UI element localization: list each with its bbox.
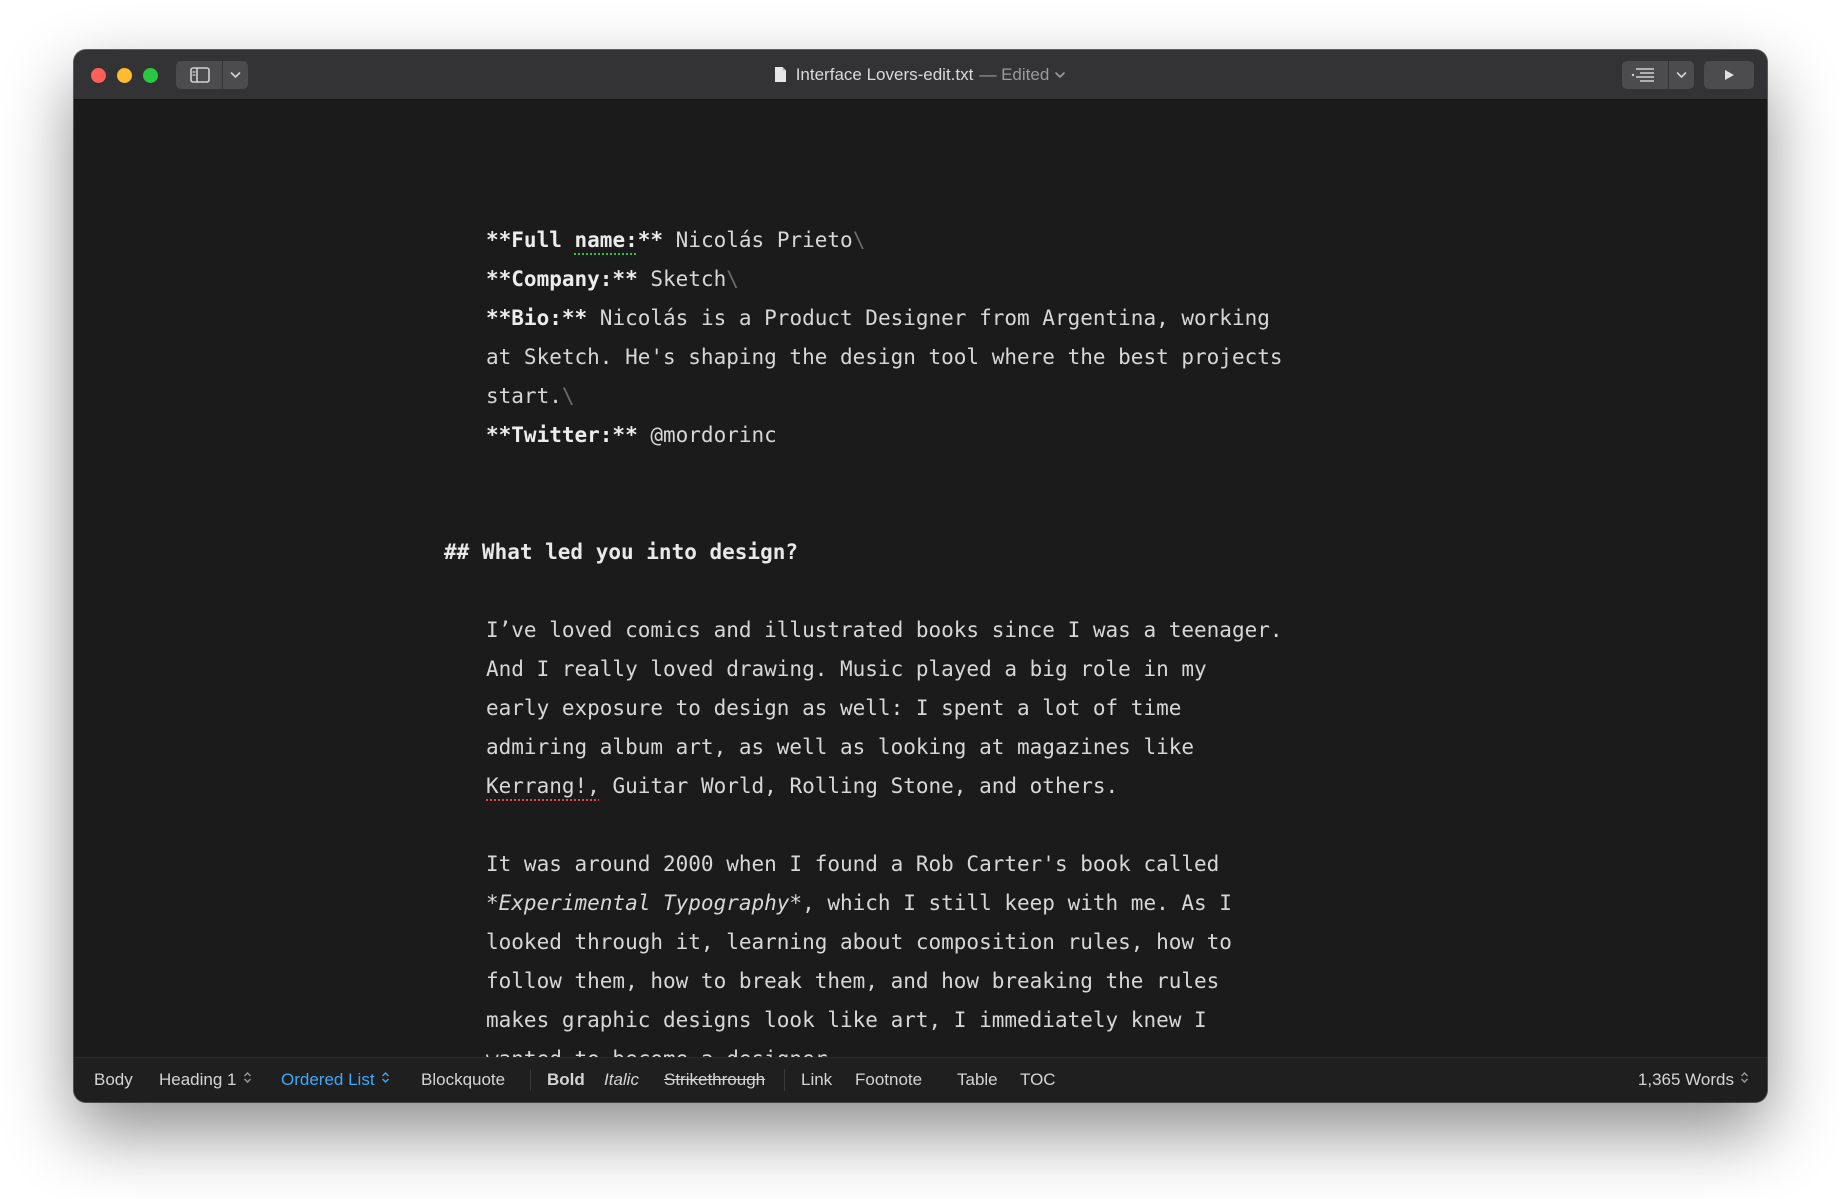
full-name-label-suffix: ** [637, 228, 664, 252]
company-label: **Company:** [486, 267, 638, 291]
document-filename: Interface Lovers-edit.txt [795, 64, 974, 84]
bio-label: **Bio:** [486, 306, 588, 330]
updown-arrows-icon [1740, 1072, 1749, 1087]
document-status[interactable]: — Edited [979, 65, 1049, 85]
line-break-mark: \ [561, 384, 575, 408]
paragraph-line: looked through it, learning about compos… [486, 930, 1232, 954]
text-editor[interactable]: **Full name:** Nicolás Prieto\ **Company… [74, 100, 1767, 1071]
window-title: Interface Lovers-edit.txt — Edited [74, 50, 1767, 99]
paragraph-line: And I really loved drawing. Music played… [486, 657, 1207, 681]
outline-menu-button[interactable] [1669, 61, 1694, 89]
bio-line-1: **Bio:** Nicolás is a Product Designer f… [486, 299, 1270, 338]
paragraph-line: makes graphic designs look like art, I i… [486, 1008, 1207, 1032]
document-icon [774, 67, 786, 82]
insert-link-button[interactable]: Link [801, 1058, 832, 1102]
title-bar: Interface Lovers-edit.txt — Edited [74, 50, 1767, 100]
full-name-value: Nicolás Prieto [663, 228, 853, 252]
word-count-button[interactable]: 1,365 Words [1638, 1058, 1749, 1102]
misspelled-word[interactable]: Kerrang!, [486, 774, 600, 798]
bio-line-3: start.\ [486, 377, 575, 416]
full-name-label-prefix: **Full [486, 228, 575, 252]
preview-button[interactable] [1704, 61, 1754, 89]
paragraph-line: early exposure to design as well: I spen… [486, 696, 1182, 720]
word-count: 1,365 Words [1637, 1070, 1734, 1089]
bio-text-3: start. [486, 384, 562, 408]
insert-footnote-button[interactable]: Footnote [855, 1058, 922, 1102]
paragraph-text: , which I still keep with me. As I [802, 891, 1232, 915]
chevron-down-icon[interactable] [1053, 68, 1067, 82]
play-icon [1725, 70, 1734, 80]
format-body-button[interactable]: Body [94, 1058, 133, 1102]
italic-book-title: *Experimental Typography* [486, 891, 803, 915]
format-ordered-list-label: Ordered List [281, 1070, 375, 1089]
insert-table-button[interactable]: Table [957, 1058, 998, 1102]
bio-text-1: Nicolás is a Product Designer from Argen… [587, 306, 1270, 330]
line-break-mark: \ [726, 267, 739, 291]
bio-line-2: at Sketch. He's shaping the design tool … [486, 345, 1283, 369]
divider [530, 1069, 531, 1091]
format-bold-button[interactable]: Bold [547, 1058, 585, 1102]
editor-window: Interface Lovers-edit.txt — Edited **Ful… [74, 50, 1767, 1102]
full-name-line: **Full name:** Nicolás Prieto\ [486, 221, 865, 260]
twitter-value: @mordorinc [637, 423, 777, 447]
paragraph-line: admiring album art, as well as looking a… [486, 735, 1195, 759]
format-blockquote-button[interactable]: Blockquote [421, 1058, 505, 1102]
outline-list-icon [1631, 68, 1654, 82]
section-heading: ## What led you into design? [444, 540, 799, 564]
updown-arrows-icon [243, 1072, 252, 1087]
updown-arrows-icon [381, 1072, 390, 1087]
format-italic-button[interactable]: Italic [604, 1058, 639, 1102]
paragraph-line: Kerrang!, Guitar World, Rolling Stone, a… [486, 767, 1118, 806]
chevron-down-icon [1676, 72, 1687, 78]
insert-toc-button[interactable]: TOC [1020, 1058, 1056, 1102]
line-break-mark: \ [852, 228, 866, 252]
twitter-line: **Twitter:** @mordorinc [486, 416, 777, 455]
divider [784, 1069, 785, 1091]
paragraph-line: It was around 2000 when I found a Rob Ca… [486, 852, 1220, 876]
company-value: Sketch [637, 267, 727, 291]
format-strikethrough-button[interactable]: Strikethrough [664, 1058, 765, 1102]
format-ordered-list-button[interactable]: Ordered List [281, 1058, 390, 1102]
format-heading-button[interactable]: Heading 1 [159, 1058, 252, 1102]
paragraph-line: follow them, how to break them, and how … [486, 969, 1220, 993]
company-line: **Company:** Sketch\ [486, 260, 739, 299]
paragraph-text: Guitar World, Rolling Stone, and others. [599, 774, 1119, 798]
outline-button[interactable] [1622, 61, 1668, 89]
full-name-label-word: name: [574, 228, 638, 252]
outline-group [1622, 61, 1694, 89]
paragraph-line: I’ve loved comics and illustrated books … [486, 618, 1283, 642]
paragraph-line: *Experimental Typography*, which I still… [486, 884, 1232, 923]
format-bar: Body Heading 1 Ordered List Blockquote B… [74, 1057, 1767, 1102]
format-heading-label: Heading 1 [159, 1070, 237, 1089]
twitter-label: **Twitter:** [486, 423, 638, 447]
